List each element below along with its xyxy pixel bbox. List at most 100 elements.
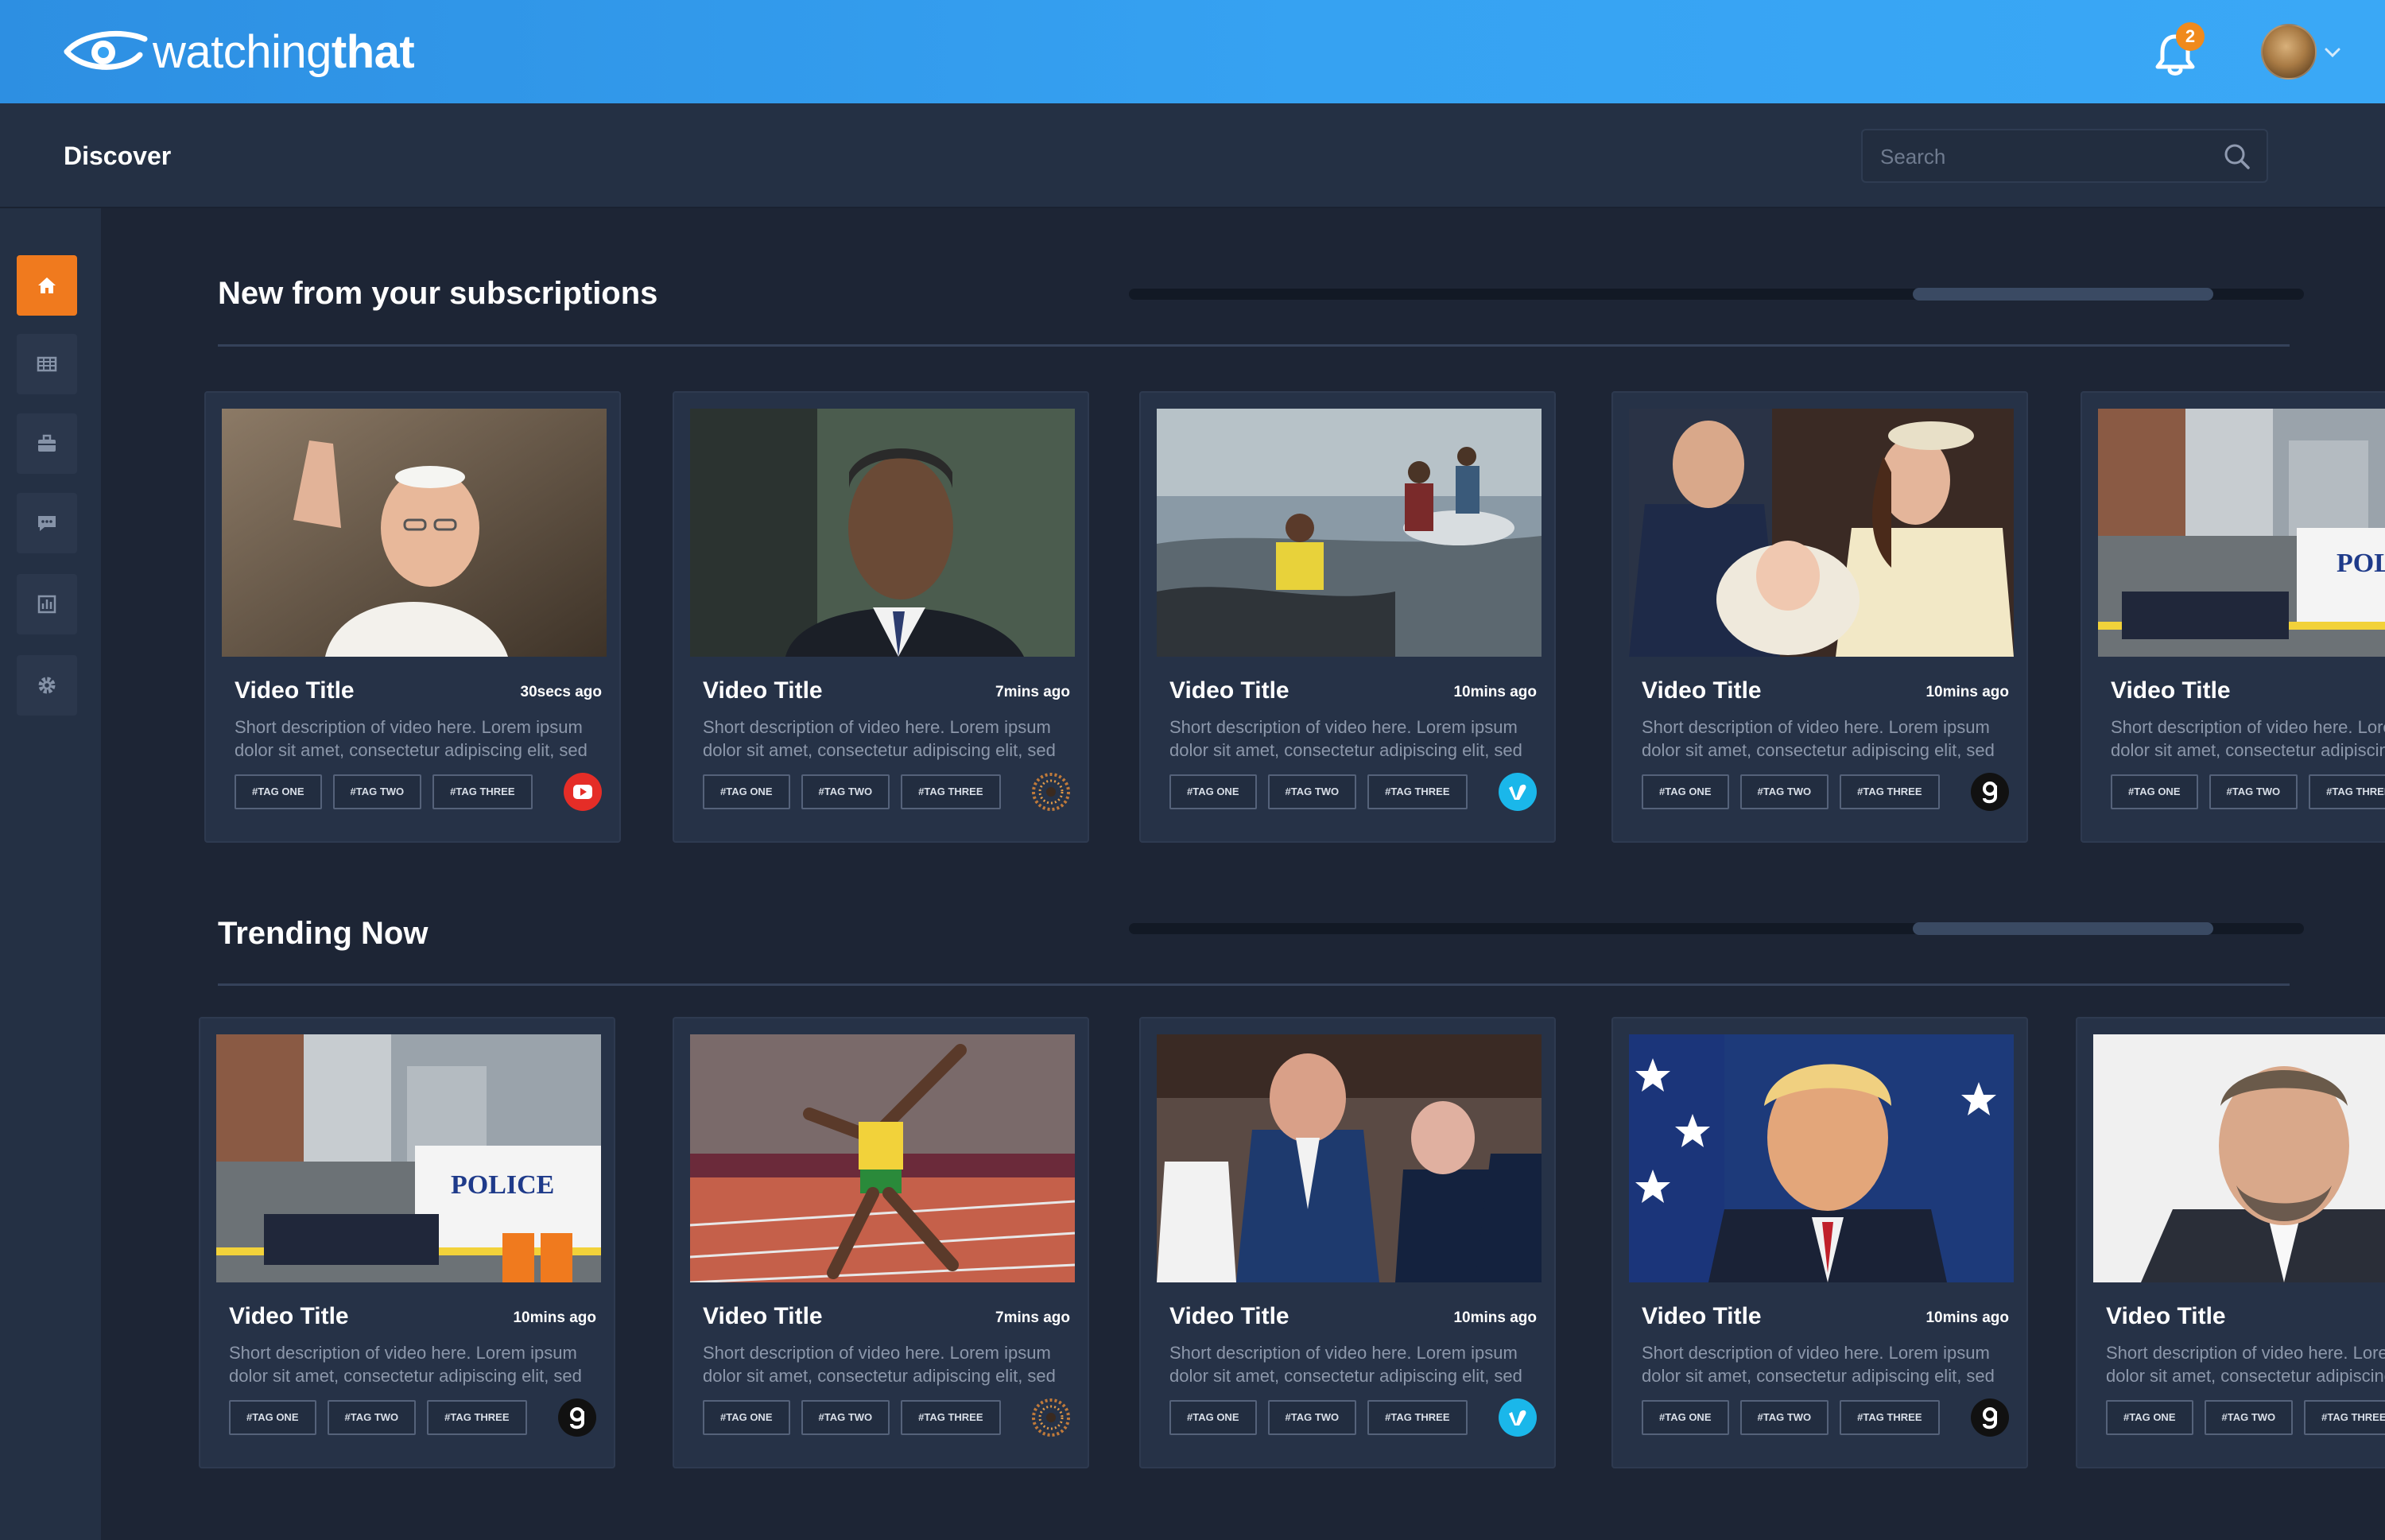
tag-chip[interactable]: #TAG TWO bbox=[2204, 1400, 2294, 1435]
video-title[interactable]: Video Title bbox=[1642, 677, 1762, 704]
tag-chip[interactable]: #TAG THREE bbox=[432, 774, 533, 809]
grid-icon bbox=[37, 356, 57, 372]
sidebar-item-grid[interactable] bbox=[17, 334, 77, 394]
tag-chip[interactable]: #TAG THREE bbox=[1367, 774, 1468, 809]
carousel-scrollbar-thumb[interactable] bbox=[1913, 922, 2213, 935]
video-title[interactable]: Video Title bbox=[1169, 677, 1289, 704]
video-title[interactable]: Video Title bbox=[703, 677, 823, 704]
video-thumbnail[interactable]: POLICE bbox=[216, 1034, 601, 1282]
source-badge[interactable] bbox=[1499, 1398, 1537, 1437]
tag-list: #TAG ONE #TAG TWO #TAG THREE bbox=[2111, 774, 2385, 809]
tag-chip[interactable]: #TAG ONE bbox=[2106, 1400, 2193, 1435]
video-description: Short description of video here. Lorem i… bbox=[1169, 717, 1522, 760]
video-card[interactable]: Video Title 10mins ago Short description… bbox=[1611, 391, 2028, 843]
tag-chip[interactable]: #TAG ONE bbox=[229, 1400, 316, 1435]
tag-list: #TAG ONE #TAG TWO #TAG THREE bbox=[2106, 1400, 2385, 1435]
tag-chip[interactable]: #TAG ONE bbox=[703, 774, 790, 809]
video-card[interactable]: POLICE Video Title Short description of … bbox=[2081, 391, 2385, 843]
source-badge[interactable] bbox=[564, 773, 602, 811]
sidebar-item-home[interactable] bbox=[17, 255, 77, 316]
tag-chip[interactable]: #TAG TWO bbox=[801, 774, 890, 809]
video-thumbnail[interactable] bbox=[222, 409, 607, 657]
tag-chip[interactable]: #TAG ONE bbox=[1169, 1400, 1257, 1435]
video-description: Short description of video here. Lorem i… bbox=[2111, 717, 2385, 760]
tag-chip[interactable]: #TAG THREE bbox=[901, 1400, 1001, 1435]
video-thumbnail[interactable] bbox=[1157, 1034, 1542, 1282]
video-timestamp: 10mins ago bbox=[1453, 1309, 1537, 1326]
video-description: Short description of video here. Lorem i… bbox=[229, 1343, 582, 1386]
tag-chip[interactable]: #TAG ONE bbox=[2111, 774, 2198, 809]
video-thumbnail[interactable] bbox=[2093, 1034, 2385, 1282]
tag-chip[interactable]: #TAG ONE bbox=[703, 1400, 790, 1435]
tag-chip[interactable]: #TAG THREE bbox=[427, 1400, 527, 1435]
video-card[interactable]: Video Title 30secs ago Short description… bbox=[204, 391, 621, 843]
video-title[interactable]: Video Title bbox=[229, 1303, 349, 1330]
video-thumbnail[interactable] bbox=[690, 409, 1075, 657]
tag-chip[interactable]: #TAG TWO bbox=[332, 774, 422, 809]
tag-chip[interactable]: #TAG TWO bbox=[327, 1400, 417, 1435]
video-timestamp: 10mins ago bbox=[513, 1309, 596, 1326]
logo[interactable]: watchingthat bbox=[62, 24, 415, 80]
sidebar-item-messages[interactable] bbox=[17, 493, 77, 553]
video-title[interactable]: Video Title bbox=[235, 677, 355, 704]
video-thumbnail[interactable] bbox=[690, 1034, 1075, 1282]
video-title[interactable]: Video Title bbox=[1642, 1303, 1762, 1330]
video-thumbnail[interactable]: POLICE bbox=[2098, 409, 2385, 657]
home-icon bbox=[38, 277, 56, 293]
search-icon[interactable] bbox=[2222, 142, 2252, 172]
swirl-source-icon bbox=[1032, 1398, 1070, 1437]
getty-icon bbox=[1971, 1398, 2009, 1437]
video-thumbnail[interactable] bbox=[1629, 1034, 2014, 1282]
search-input[interactable] bbox=[1880, 142, 2214, 172]
tag-chip[interactable]: #TAG TWO bbox=[801, 1400, 890, 1435]
tag-chip[interactable]: #TAG THREE bbox=[2304, 1400, 2385, 1435]
video-thumbnail[interactable] bbox=[1157, 409, 1542, 657]
video-title[interactable]: Video Title bbox=[1169, 1303, 1289, 1330]
gear-icon bbox=[38, 677, 56, 694]
tag-chip[interactable]: #TAG TWO bbox=[1739, 1400, 1829, 1435]
tag-chip[interactable]: #TAG TWO bbox=[1739, 774, 1829, 809]
tag-chip[interactable]: #TAG ONE bbox=[1169, 774, 1257, 809]
getty-icon bbox=[558, 1398, 596, 1437]
tag-chip[interactable]: #TAG THREE bbox=[1840, 774, 1940, 809]
source-badge[interactable] bbox=[1971, 1398, 2009, 1437]
video-title[interactable]: Video Title bbox=[703, 1303, 823, 1330]
sidebar-item-briefcase[interactable] bbox=[17, 413, 77, 474]
source-badge[interactable] bbox=[1971, 773, 2009, 811]
tag-chip[interactable]: #TAG ONE bbox=[1642, 1400, 1729, 1435]
video-description: Short description of video here. Lorem i… bbox=[235, 717, 588, 760]
tag-chip[interactable]: #TAG THREE bbox=[901, 774, 1001, 809]
sidebar-item-analytics[interactable] bbox=[17, 574, 77, 634]
search-box[interactable] bbox=[1861, 129, 2268, 183]
user-avatar[interactable] bbox=[2261, 24, 2317, 80]
tag-chip[interactable]: #TAG TWO bbox=[1267, 1400, 1357, 1435]
video-card[interactable]: Video Title Short description of video h… bbox=[2076, 1017, 2385, 1468]
tag-chip[interactable]: #TAG THREE bbox=[2309, 774, 2385, 809]
tag-chip[interactable]: #TAG TWO bbox=[1267, 774, 1357, 809]
carousel-scrollbar-thumb[interactable] bbox=[1913, 288, 2213, 301]
video-card[interactable]: Video Title 10mins ago Short description… bbox=[1139, 391, 1556, 843]
tag-chip[interactable]: #TAG THREE bbox=[1367, 1400, 1468, 1435]
getty-icon bbox=[1971, 773, 2009, 811]
video-thumbnail[interactable] bbox=[1629, 409, 2014, 657]
video-card[interactable]: Video Title 10mins ago Short description… bbox=[1139, 1017, 1556, 1468]
tag-chip[interactable]: #TAG THREE bbox=[1840, 1400, 1940, 1435]
video-timestamp: 10mins ago bbox=[1925, 684, 2009, 700]
tag-chip[interactable]: #TAG TWO bbox=[2209, 774, 2298, 809]
page-title: Discover bbox=[64, 142, 172, 170]
video-card[interactable]: Video Title 7mins ago Short description … bbox=[673, 1017, 1089, 1468]
video-card[interactable]: POLICE Video Title 10mins ago Short desc… bbox=[199, 1017, 615, 1468]
video-title[interactable]: Video Title bbox=[2106, 1303, 2226, 1330]
tag-chip[interactable]: #TAG ONE bbox=[1642, 774, 1729, 809]
tag-chip[interactable]: #TAG ONE bbox=[235, 774, 322, 809]
video-card[interactable]: Video Title 10mins ago Short description… bbox=[1611, 1017, 2028, 1468]
video-title[interactable]: Video Title bbox=[2111, 677, 2231, 704]
source-badge[interactable] bbox=[1032, 773, 1070, 811]
source-badge[interactable] bbox=[1499, 773, 1537, 811]
video-card[interactable]: Video Title 7mins ago Short description … bbox=[673, 391, 1089, 843]
chevron-down-icon[interactable] bbox=[2323, 45, 2342, 60]
youtube-icon bbox=[564, 773, 602, 811]
sidebar-item-settings[interactable] bbox=[17, 655, 77, 716]
source-badge[interactable] bbox=[558, 1398, 596, 1437]
source-badge[interactable] bbox=[1032, 1398, 1070, 1437]
